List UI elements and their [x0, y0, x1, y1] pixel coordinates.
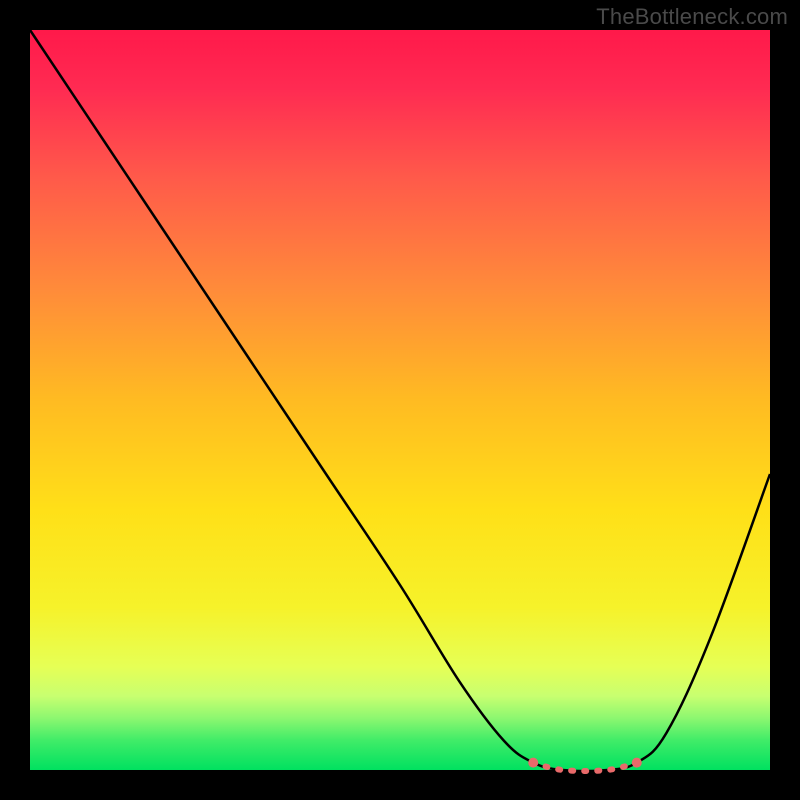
highlight-endpoint-left	[528, 758, 538, 768]
highlight-endpoint-right	[632, 758, 642, 768]
gradient-background	[30, 30, 770, 770]
chart-container: TheBottleneck.com	[0, 0, 800, 800]
watermark-text: TheBottleneck.com	[596, 4, 788, 30]
bottleneck-chart	[0, 0, 800, 800]
